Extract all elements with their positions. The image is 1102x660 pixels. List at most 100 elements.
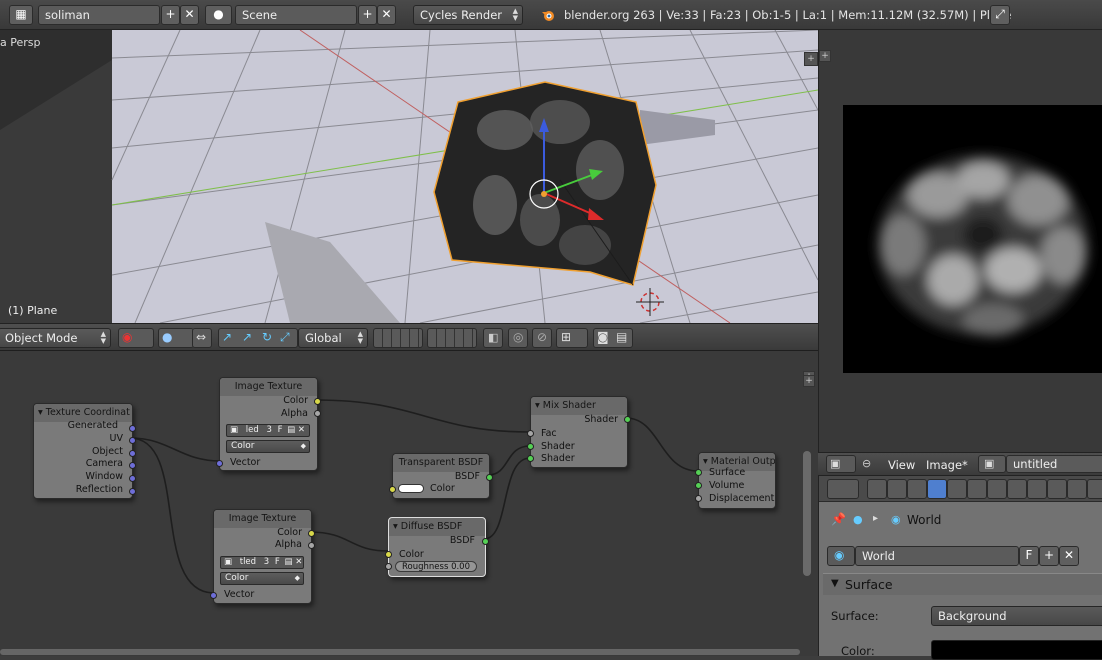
tab-data[interactable] — [1007, 479, 1027, 499]
color-socket[interactable] — [308, 530, 315, 537]
image-name-field[interactable]: untitled — [1006, 455, 1102, 473]
vector-input-socket[interactable] — [210, 592, 217, 599]
diffuse-bsdf-node[interactable]: ▾ Diffuse BSDF BSDF Color Roughness 0.00 — [385, 517, 489, 577]
image-texture-node-2[interactable]: Image Texture Color Alpha ▣ tled 3 F ▤ ✕… — [210, 509, 315, 604]
node-editor[interactable]: ▾ Texture Coordinat Generated UV Object … — [0, 351, 818, 656]
lock-camera-button[interactable]: ◧ — [483, 328, 503, 348]
pivot-point-dropdown[interactable]: ● — [158, 328, 194, 348]
image-editor[interactable]: + — [818, 30, 1102, 452]
displacement-input-socket[interactable] — [695, 495, 702, 502]
new-world-button[interactable]: + — [1039, 546, 1059, 566]
tab-texture[interactable] — [1047, 479, 1067, 499]
alpha-socket[interactable] — [308, 542, 315, 549]
collapse-menu-icon[interactable]: ⊖ — [862, 457, 871, 470]
tab-world[interactable] — [927, 479, 947, 499]
layers-row-1[interactable] — [373, 328, 423, 348]
mix-shader-node[interactable]: ▾ Mix Shader Shader Fac Shader Shader — [527, 396, 631, 468]
proportional-edit-button[interactable]: ◎ — [508, 328, 528, 348]
world-name-field[interactable]: World — [855, 546, 1019, 566]
image-datablock[interactable]: ▣ tled 3 F ▤ ✕ — [220, 556, 304, 569]
surface-panel-header[interactable]: ▼ Surface — [823, 573, 1102, 595]
image-datablock[interactable]: ▣ led 3 F ▤ ✕ — [226, 424, 310, 437]
layers-row-2[interactable] — [427, 328, 477, 348]
generated-socket[interactable] — [129, 425, 136, 432]
tab-physics[interactable] — [1087, 479, 1102, 499]
remove-scene-button[interactable]: ✕ — [377, 5, 396, 25]
reflection-socket[interactable] — [129, 488, 136, 495]
mode-dropdown[interactable]: Object Mode ▲ ▼ — [0, 328, 111, 348]
roughness-input-socket[interactable] — [385, 563, 392, 570]
world-browse-button[interactable]: ◉ — [827, 546, 855, 566]
add-screen-button[interactable]: + — [161, 5, 180, 25]
color-space-dropdown[interactable]: Color ◆ — [226, 440, 310, 453]
tab-render[interactable] — [867, 479, 887, 499]
image-editor-header: ▣ ⊖ View Image* ▣ untitled — [818, 452, 1102, 476]
volume-input-socket[interactable] — [695, 482, 702, 489]
scene-browse-button[interactable]: ● — [205, 5, 232, 25]
3d-viewport[interactable]: a Persp (1) Plane + — [0, 30, 818, 323]
snap-element-dropdown[interactable]: ⊞ — [556, 328, 588, 348]
vector-input-socket[interactable] — [216, 460, 223, 467]
manipulator-toggle[interactable]: ⇔ — [192, 328, 212, 348]
tab-modifiers[interactable] — [987, 479, 1007, 499]
tab-scene[interactable] — [907, 479, 927, 499]
pin-icon[interactable]: 📌 — [831, 512, 846, 526]
roughness-slider[interactable]: Roughness 0.00 — [395, 561, 477, 572]
color-input-socket[interactable] — [385, 551, 392, 558]
scene-context-icon: ● — [853, 513, 863, 526]
output-alpha-label: Alpha — [274, 539, 302, 550]
alpha-socket[interactable] — [314, 410, 321, 417]
unlink-world-button[interactable]: ✕ — [1059, 546, 1079, 566]
fake-user-button[interactable]: F — [1019, 546, 1039, 566]
surface-dropdown[interactable]: Background — [931, 606, 1102, 626]
editor-type-button[interactable]: ▦ — [9, 5, 33, 25]
fullscreen-button[interactable]: ⤢ — [990, 5, 1010, 25]
camera-socket[interactable] — [129, 462, 136, 469]
tab-object[interactable] — [947, 479, 967, 499]
image-toolshelf-toggle[interactable]: + — [819, 50, 831, 62]
color-input-socket[interactable] — [389, 486, 396, 493]
image-menu[interactable]: Image* — [926, 458, 968, 472]
viewport-toolshelf-toggle[interactable]: + — [804, 52, 818, 66]
bsdf-output-socket[interactable] — [482, 538, 489, 545]
image-browse-button[interactable]: ▣ — [978, 455, 1006, 473]
render-engine-dropdown[interactable]: Cycles Render ▲ ▼ — [413, 5, 523, 25]
window-socket[interactable] — [129, 475, 136, 482]
uv-socket[interactable] — [129, 437, 136, 444]
color-space-dropdown[interactable]: Color ◆ — [220, 572, 304, 585]
editor-type-dropdown[interactable]: ▣ — [826, 455, 856, 473]
snap-toggle[interactable]: ⊘ — [532, 328, 552, 348]
editor-type-dropdown[interactable] — [827, 479, 859, 499]
transform-manipulators[interactable]: ↗ ↗ ↻ ⤢ — [218, 328, 298, 348]
tab-material[interactable] — [1027, 479, 1047, 499]
tab-constraints[interactable] — [967, 479, 987, 499]
render-buttons[interactable]: ◙ ▤ — [593, 328, 633, 348]
color-swatch[interactable] — [398, 484, 424, 493]
horizontal-scrollbar[interactable] — [0, 649, 800, 655]
screen-name-field[interactable]: soliman — [38, 5, 160, 25]
bsdf-output-socket[interactable] — [486, 474, 493, 481]
image-texture-node[interactable]: Image Texture Color Alpha ▣ led 3 F ▤ ✕ … — [216, 377, 321, 471]
add-scene-button[interactable]: + — [358, 5, 377, 25]
view-menu[interactable]: View — [888, 458, 915, 472]
tab-render-layers[interactable] — [887, 479, 907, 499]
world-color-swatch[interactable] — [931, 640, 1102, 660]
shader-input-socket-2[interactable] — [527, 455, 534, 462]
orientation-dropdown[interactable]: Global ▲ ▼ — [298, 328, 368, 348]
fac-input-socket[interactable] — [527, 430, 534, 437]
texture-coordinate-node[interactable]: ▾ Texture Coordinat Generated UV Object … — [33, 403, 136, 499]
transparent-bsdf-node[interactable]: Transparent BSDF BSDF Color — [389, 453, 493, 499]
viewport-shading-dropdown[interactable]: ◉ — [118, 328, 154, 348]
manipulator-icon: ⇔ — [196, 330, 207, 344]
material-output-node[interactable]: ▾ Material Outp Surface Volume Displacem… — [695, 452, 776, 509]
tab-particles[interactable] — [1067, 479, 1087, 499]
surface-input-socket[interactable] — [695, 469, 702, 476]
shader-output-socket[interactable] — [624, 416, 631, 423]
object-socket[interactable] — [129, 450, 136, 457]
scene-name-field[interactable]: Scene — [235, 5, 357, 25]
color-socket[interactable] — [314, 398, 321, 405]
node-properties-toggle[interactable]: + — [803, 375, 815, 387]
remove-screen-button[interactable]: ✕ — [180, 5, 199, 25]
vertical-scrollbar[interactable] — [803, 451, 811, 576]
shader-input-socket-1[interactable] — [527, 443, 534, 450]
